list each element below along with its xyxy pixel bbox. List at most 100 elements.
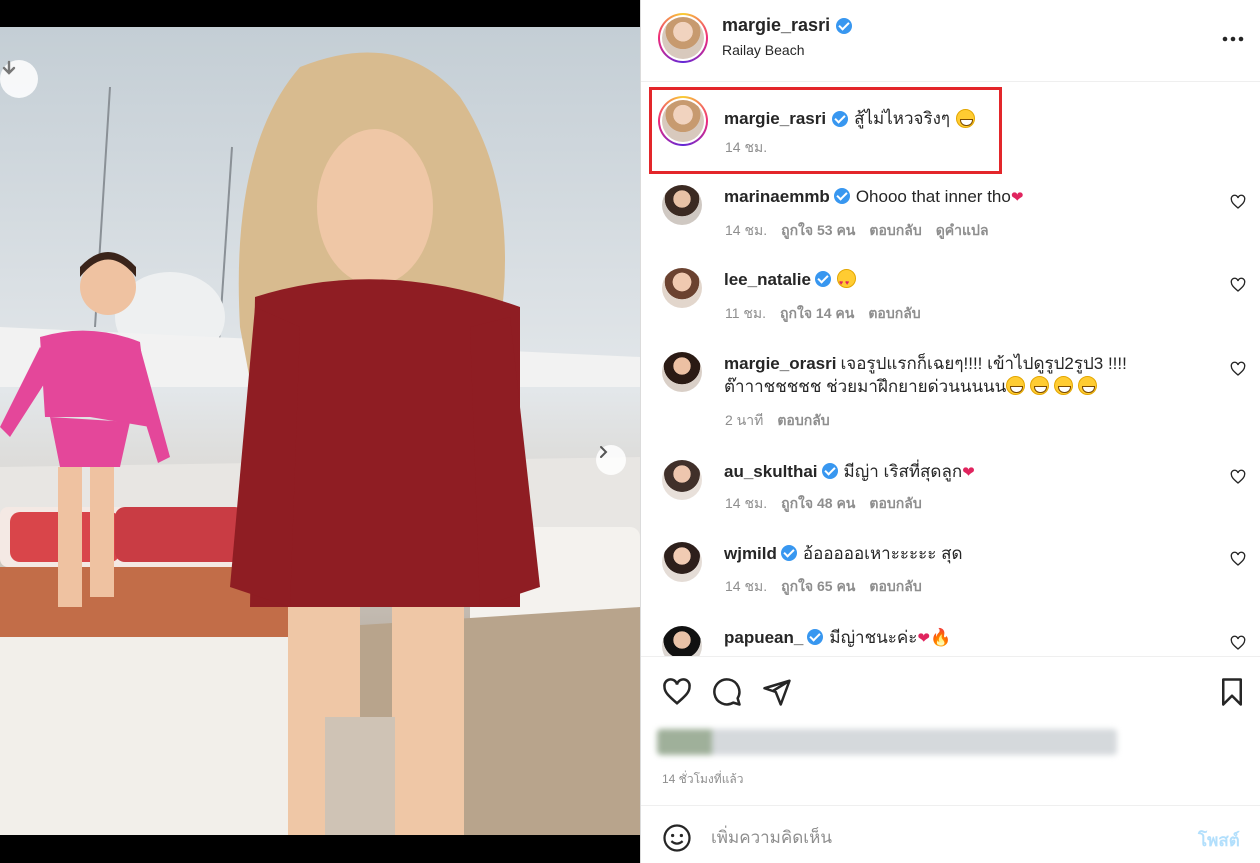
comment-like-heart-icon[interactable] xyxy=(1230,194,1246,210)
caption-username[interactable]: margie_rasri xyxy=(724,109,826,129)
commenter-avatar[interactable] xyxy=(662,268,702,308)
comment-likes[interactable]: ถูกใจ 65 คน xyxy=(781,576,855,598)
post-timestamp[interactable]: 14 ชั่วโมงที่แล้ว xyxy=(662,770,744,789)
fire-emoji-icon: 🔥 xyxy=(929,628,952,647)
commenter-avatar[interactable] xyxy=(662,626,702,656)
comment-like-heart-icon[interactable] xyxy=(1230,551,1246,567)
download-icon xyxy=(2,60,16,75)
grin-sweat-emoji-icon xyxy=(1053,376,1073,395)
comment-like-heart-icon[interactable] xyxy=(1230,635,1246,651)
reply-button[interactable]: ตอบกลับ xyxy=(777,410,829,432)
comment-body: au_skulthai มีญ่า เริสที่สุดลูก❤ xyxy=(724,460,1194,484)
reply-button[interactable]: ตอบกลับ xyxy=(868,303,920,325)
comment-text: เจอรูปแรกก็เฉยๆ!!!! เข้าไปดูรูป2รูป3 !!!… xyxy=(840,354,1127,373)
comment-text: มีญ่า เริสที่สุดลูก xyxy=(843,462,963,481)
verified-badge-icon xyxy=(807,629,824,645)
comment-like-heart-icon[interactable] xyxy=(1230,469,1246,485)
comment-time[interactable]: 2 นาที xyxy=(725,410,763,432)
comment-text: มีญ่าชนะค่ะ xyxy=(829,628,918,647)
caption-avatar[interactable] xyxy=(658,96,708,146)
comment-like-heart-icon[interactable] xyxy=(1230,277,1246,293)
comment-body: margie_orasri เจอรูปแรกก็เฉยๆ!!!! เข้าไปด… xyxy=(724,352,1194,398)
post-comment-button[interactable]: โพสต์ xyxy=(1198,827,1240,854)
grin-sweat-emoji-icon xyxy=(956,109,976,128)
comment-username[interactable]: papuean_ xyxy=(724,628,803,647)
photo-illustration xyxy=(0,27,640,835)
comment-time[interactable]: 14 ชม. xyxy=(725,220,767,242)
more-options-button[interactable] xyxy=(1218,24,1248,54)
post-photo[interactable] xyxy=(0,27,640,835)
comment-likes[interactable]: ถูกใจ 48 คน xyxy=(781,493,855,515)
comment-text: อ้อออออเหาะะะะะ สุด xyxy=(802,544,963,563)
red-heart-emoji-icon: ❤ xyxy=(962,464,975,481)
comment-username[interactable]: wjmild xyxy=(724,544,777,563)
comment-time[interactable]: 11 ชม. xyxy=(725,303,766,325)
comment-meta: 14 ชม. ถูกใจ 53 คน ตอบกลับ ดูคำแปล xyxy=(725,220,989,242)
author-username[interactable]: margie_rasri xyxy=(722,15,853,36)
heart-icon[interactable] xyxy=(662,677,692,707)
commenter-avatar[interactable] xyxy=(662,185,702,225)
more-icon xyxy=(1222,36,1244,42)
grin-sweat-emoji-icon xyxy=(1030,376,1050,395)
post-location[interactable]: Railay Beach xyxy=(722,42,805,58)
comment-body: papuean_ มีญ่าชนะค่ะ❤🔥 xyxy=(724,626,1194,650)
caption-time[interactable]: 14 ชม. xyxy=(725,137,767,159)
comment-icon[interactable] xyxy=(712,677,742,707)
share-icon[interactable] xyxy=(762,677,792,707)
comment-meta: 11 ชม. ถูกใจ 14 คน ตอบกลับ xyxy=(725,303,921,325)
commenter-avatar[interactable] xyxy=(662,460,702,500)
comment-username[interactable]: au_skulthai xyxy=(724,462,818,481)
reply-button[interactable]: ตอบกลับ xyxy=(869,493,921,515)
comment-body: marinaemmb Ohooo that inner tho❤ xyxy=(724,185,1194,209)
comment-meta: 14 ชม. ถูกใจ 65 คน ตอบกลับ xyxy=(725,576,922,598)
heart-eyes-emoji-icon xyxy=(836,269,856,295)
author-avatar[interactable] xyxy=(658,13,708,63)
comment-time[interactable]: 14 ชม. xyxy=(725,493,767,515)
red-heart-emoji-icon: ❤ xyxy=(1010,189,1024,206)
comment-input[interactable] xyxy=(711,825,1171,851)
comment-body: wjmild อ้อออออเหาะะะะะ สุด xyxy=(724,542,1194,565)
emoji-icon[interactable] xyxy=(662,823,692,853)
post-header: margie_rasri Railay Beach xyxy=(641,0,1260,82)
download-button[interactable] xyxy=(0,60,38,98)
caption-line: margie_rasri สู้ไม่ไหวจริงๆ xyxy=(724,105,976,132)
grin-sweat-emoji-icon xyxy=(1006,376,1026,395)
chevron-right-icon xyxy=(600,446,608,458)
commenter-avatar[interactable] xyxy=(662,352,702,392)
comment-text: Ohooo that inner tho xyxy=(855,187,1011,206)
comment-meta: 2 นาที ตอบกลับ xyxy=(725,410,830,432)
verified-badge-icon xyxy=(836,17,853,34)
post-actions: 14 ชั่วโมงที่แล้ว โพสต์ xyxy=(641,656,1260,863)
comment-meta: 14 ชม. ถูกใจ 48 คน ตอบกลับ xyxy=(725,493,922,515)
verified-badge-icon xyxy=(780,545,797,561)
comments-list[interactable]: marinaemmb Ohooo that inner tho❤ 14 ชม. ถ… xyxy=(641,174,1260,656)
caption-text: สู้ไม่ไหวจริงๆ xyxy=(854,109,951,128)
verified-badge-icon xyxy=(814,271,831,287)
red-heart-emoji-icon: ❤ xyxy=(917,630,930,647)
comment-like-heart-icon[interactable] xyxy=(1230,361,1246,377)
verified-badge-icon xyxy=(821,463,838,479)
likes-summary-blurred xyxy=(657,729,1117,755)
comment-username[interactable]: margie_orasri xyxy=(724,354,836,373)
translate-button[interactable]: ดูคำแปล xyxy=(936,220,989,242)
comment-username[interactable]: marinaemmb xyxy=(724,187,830,206)
grin-sweat-emoji-icon xyxy=(1077,376,1097,395)
comment-composer: โพสต์ xyxy=(641,805,1260,863)
comment-likes[interactable]: ถูกใจ 14 คน xyxy=(780,303,854,325)
next-photo-button[interactable] xyxy=(596,445,626,475)
comment-time[interactable]: 14 ชม. xyxy=(725,576,767,598)
comment-username[interactable]: lee_natalie xyxy=(724,270,811,289)
instagram-post-view: margie_rasri Railay Beach margie_rasri ส… xyxy=(0,0,1260,863)
media-pane xyxy=(0,0,640,863)
bookmark-icon[interactable] xyxy=(1217,677,1247,707)
post-side-pane: margie_rasri Railay Beach margie_rasri ส… xyxy=(640,0,1260,863)
verified-badge-icon xyxy=(833,188,850,204)
comment-text-line2: ต๊าาาชชชชช ช่วยมาฝึกยายด่วนนนนน xyxy=(724,377,1007,396)
verified-badge-icon xyxy=(832,110,849,127)
comment-body: lee_natalie xyxy=(724,268,1194,295)
comment-likes[interactable]: ถูกใจ 53 คน xyxy=(781,220,855,242)
commenter-avatar[interactable] xyxy=(662,542,702,582)
reply-button[interactable]: ตอบกลับ xyxy=(869,576,921,598)
author-username-text[interactable]: margie_rasri xyxy=(722,15,830,36)
reply-button[interactable]: ตอบกลับ xyxy=(869,220,921,242)
